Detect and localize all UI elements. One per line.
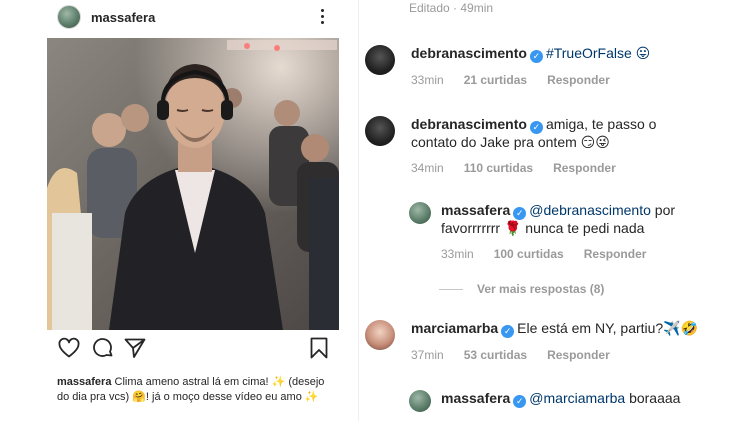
- comment-meta: 34min 110 curtidas Responder: [411, 160, 701, 177]
- comment-body: massafera ✓ @debranascimento por favorrrrr…: [441, 202, 701, 263]
- view-more-replies-button[interactable]: Ver mais respostas (8): [439, 282, 604, 296]
- comment-item: debranascimento ✓ amiga, te passo o contat…: [365, 116, 705, 176]
- comment-username[interactable]: massafera: [441, 390, 510, 406]
- comment-mention[interactable]: @marciamarba: [529, 390, 625, 406]
- reply-button[interactable]: Responder: [547, 72, 610, 89]
- comment-likes[interactable]: 100 curtidas: [494, 246, 564, 263]
- comment-bubble-icon[interactable]: [91, 336, 115, 360]
- post-photo-illustration: [47, 38, 339, 330]
- post-caption: massafera Clima ameno astral lá em cima!…: [57, 375, 333, 405]
- commenter-avatar[interactable]: [365, 320, 395, 350]
- comment-item: marciamarba ✓ Ele está em NY, partiu?✈️🤣 3…: [365, 320, 705, 370]
- comment-meta: 33min 21 curtidas Responder: [411, 72, 701, 89]
- comment-username[interactable]: massafera: [441, 202, 510, 218]
- comment-body: massafera ✓ @marciamarba boraaaa: [441, 390, 701, 408]
- comment-body: marciamarba ✓ Ele está em NY, partiu?✈️🤣 3…: [411, 320, 701, 364]
- reply-button[interactable]: Responder: [553, 160, 616, 177]
- comment-body: debranascimento ✓ amiga, te passo o contat…: [411, 116, 701, 177]
- comment-likes[interactable]: 53 curtidas: [464, 347, 527, 364]
- comment-likes[interactable]: 110 curtidas: [464, 160, 533, 177]
- reply-item: massafera ✓ @marciamarba boraaaa: [409, 390, 749, 420]
- commenter-avatar[interactable]: [409, 390, 431, 412]
- comments-panel: Editado · 49min debranascimento ✓ #TrueOrF…: [359, 0, 750, 421]
- reply-item: massafera ✓ @debranascimento por favorrrrr…: [409, 202, 749, 262]
- comment-time: 33min: [441, 247, 474, 261]
- verified-badge-icon: ✓: [529, 50, 543, 63]
- more-options-icon[interactable]: [318, 4, 326, 28]
- comment-text: Ele está em NY, partiu?✈️🤣: [517, 320, 699, 336]
- commenter-avatar[interactable]: [365, 45, 395, 75]
- caption-username[interactable]: massafera: [57, 376, 111, 388]
- comment-item: debranascimento ✓ #TrueOrFalse 😛 33min 21 …: [365, 45, 705, 95]
- verified-badge-icon: ✓: [529, 121, 543, 134]
- post-author-avatar[interactable]: [57, 5, 81, 29]
- comment-username[interactable]: marciamarba: [411, 320, 498, 336]
- comment-time: 33min: [411, 73, 444, 87]
- comment-time: 37min: [411, 348, 444, 362]
- commenter-avatar[interactable]: [365, 116, 395, 146]
- heart-icon[interactable]: [57, 336, 81, 360]
- view-more-line: [439, 288, 463, 290]
- comment-mention[interactable]: @debranascimento: [529, 202, 651, 218]
- comment-meta: 37min 53 curtidas Responder: [411, 347, 701, 364]
- verified-badge-icon: ✓: [501, 325, 515, 338]
- reply-button[interactable]: Responder: [547, 347, 610, 364]
- post-video-frame[interactable]: [47, 38, 339, 330]
- comment-body: debranascimento ✓ #TrueOrFalse 😛 33min 21 …: [411, 45, 701, 89]
- post-header: massafera: [57, 4, 337, 30]
- comment-text: boraaaa: [625, 390, 681, 406]
- comment-likes[interactable]: 21 curtidas: [464, 72, 527, 89]
- comment-time: 34min: [411, 161, 444, 175]
- comment-meta: 33min 100 curtidas Responder: [441, 246, 701, 263]
- post-actions: [57, 336, 331, 360]
- view-more-label: Ver mais respostas (8): [477, 282, 605, 296]
- reply-button[interactable]: Responder: [584, 246, 647, 263]
- verified-badge-icon: ✓: [513, 207, 527, 220]
- commenter-avatar[interactable]: [409, 202, 431, 224]
- bookmark-icon[interactable]: [307, 336, 331, 360]
- comment-text: #TrueOrFalse 😛: [545, 45, 651, 61]
- post-author-username[interactable]: massafera: [91, 10, 155, 25]
- verified-badge-icon: ✓: [513, 395, 527, 408]
- edited-timestamp: Editado · 49min: [409, 1, 494, 15]
- instagram-post: massafera massafera Clima ameno astral l…: [0, 0, 358, 421]
- send-icon[interactable]: [123, 336, 147, 360]
- comment-username[interactable]: debranascimento: [411, 45, 527, 61]
- comment-username[interactable]: debranascimento: [411, 116, 527, 132]
